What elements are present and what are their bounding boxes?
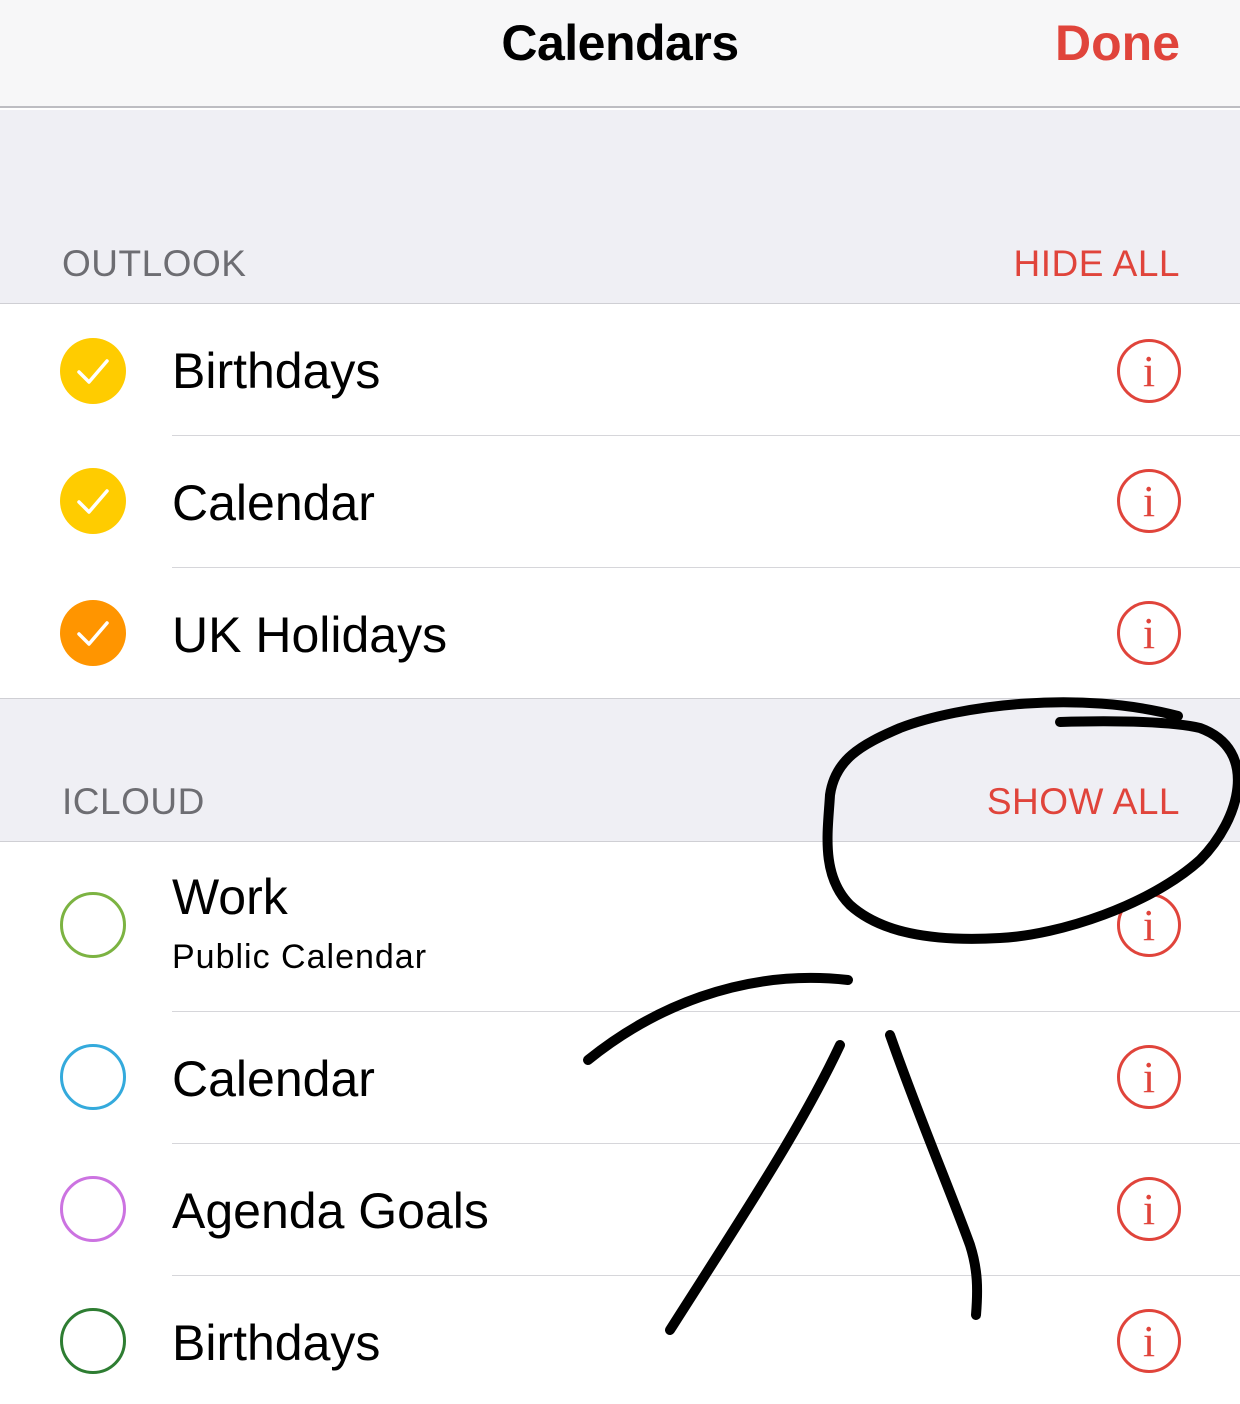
calendar-row-icloud-agenda-goals[interactable]: Agenda Goals i [0,1144,1240,1276]
calendar-row-outlook-uk-holidays[interactable]: UK Holidays i [0,568,1240,698]
calendar-row-icloud-birthdays[interactable]: Birthdays i [0,1276,1240,1404]
calendar-label: UK Holidays [172,607,448,663]
svg-text:i: i [1143,901,1155,950]
info-icon[interactable]: i [1116,1044,1182,1110]
info-icon[interactable]: i [1116,1176,1182,1242]
calendars-screen: Calendars Done OUTLOOK HIDE ALL Birthday… [0,0,1240,1404]
checkmark-icon[interactable] [60,600,126,666]
checkmark-icon[interactable] [60,338,126,404]
calendar-label: Agenda Goals [172,1183,489,1239]
calendar-label: Work [172,869,288,925]
unchecked-circle-icon[interactable] [60,1176,126,1242]
section-header-outlook: OUTLOOK HIDE ALL [0,110,1240,304]
info-icon[interactable]: i [1116,1308,1182,1374]
svg-text:i: i [1143,347,1155,396]
show-all-button[interactable]: SHOW ALL [987,781,1180,823]
svg-text:i: i [1143,1053,1155,1102]
calendar-label: Birthdays [172,343,381,399]
svg-text:i: i [1143,477,1155,526]
done-button[interactable]: Done [1055,14,1180,72]
info-icon[interactable]: i [1116,892,1182,958]
unchecked-circle-icon[interactable] [60,1044,126,1110]
svg-text:i: i [1143,1317,1155,1366]
unchecked-circle-icon[interactable] [60,892,126,958]
unchecked-circle-icon[interactable] [60,1308,126,1374]
section-title: ICLOUD [62,781,205,822]
svg-text:i: i [1143,609,1155,658]
calendar-row-outlook-calendar[interactable]: Calendar i [0,436,1240,568]
calendar-row-outlook-birthdays[interactable]: Birthdays i [0,304,1240,436]
calendar-label: Calendar [172,475,375,531]
checkmark-icon[interactable] [60,468,126,534]
info-icon[interactable]: i [1116,600,1182,666]
info-icon[interactable]: i [1116,468,1182,534]
calendar-row-icloud-calendar[interactable]: Calendar i [0,1012,1240,1144]
calendar-label: Calendar [172,1051,375,1107]
navigation-bar: Calendars Done [0,0,1240,108]
calendar-label: Birthdays [172,1315,381,1371]
hide-all-button[interactable]: HIDE ALL [1014,243,1180,285]
svg-text:i: i [1143,1185,1155,1234]
section-title: OUTLOOK [62,243,247,284]
section-header-icloud: ICLOUD SHOW ALL [0,698,1240,842]
info-icon[interactable]: i [1116,338,1182,404]
page-title: Calendars [501,15,739,71]
calendar-row-icloud-work[interactable]: Work Public Calendar i [0,842,1240,1012]
calendar-sublabel: Public Calendar [172,938,428,976]
